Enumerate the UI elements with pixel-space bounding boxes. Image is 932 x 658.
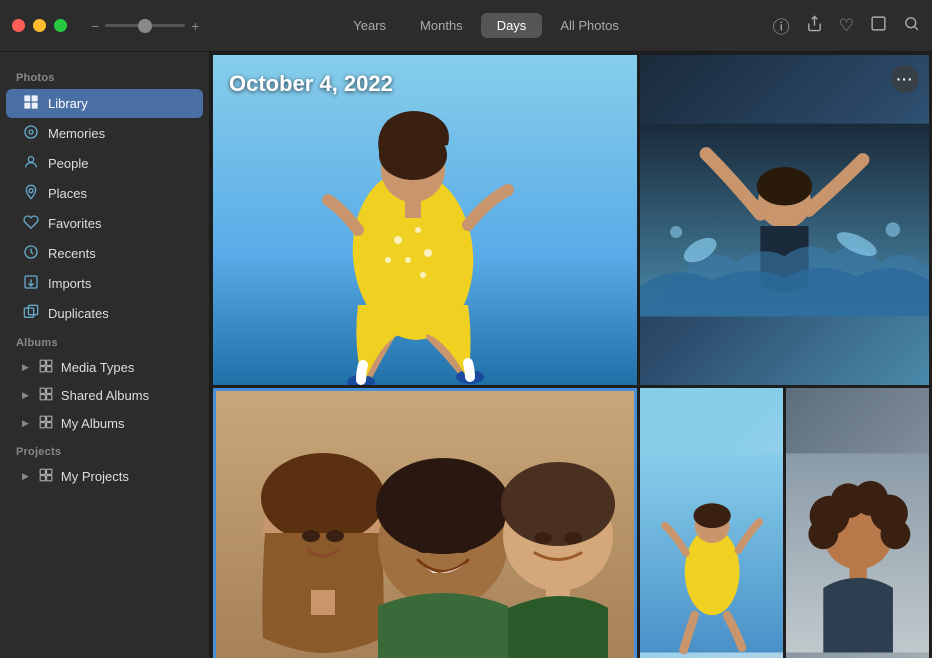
close-button[interactable]	[12, 19, 25, 32]
share-icon[interactable]	[806, 15, 823, 37]
sidebar-item-places[interactable]: Places	[6, 179, 203, 208]
albums-section-label: Albums	[0, 329, 209, 353]
people-label: People	[48, 156, 88, 171]
expand-arrow-projects: ▶	[22, 471, 29, 482]
projects-section-label: Projects	[0, 438, 209, 462]
library-label: Library	[48, 96, 88, 111]
recents-label: Recents	[48, 246, 96, 261]
more-options-button[interactable]: ···	[891, 65, 919, 93]
right-column: ···	[640, 55, 929, 658]
sidebar-item-memories[interactable]: Memories	[6, 119, 203, 148]
heart-icon[interactable]: ♡	[839, 16, 854, 36]
my-projects-label: My Projects	[61, 469, 129, 484]
tab-years[interactable]: Years	[337, 13, 402, 38]
slider-thumb[interactable]	[138, 19, 152, 33]
favorites-icon	[22, 214, 40, 233]
photo-grid: October 4, 2022	[210, 52, 932, 658]
expand-arrow-shared: ▶	[22, 390, 29, 401]
tab-all-photos[interactable]: All Photos	[544, 13, 635, 38]
library-icon	[22, 94, 40, 113]
places-icon	[22, 184, 40, 203]
zoom-slider[interactable]: − +	[91, 18, 199, 34]
photo-art-jump-small	[640, 388, 783, 658]
photo-area[interactable]: October 4, 2022	[210, 52, 932, 658]
sidebar-item-favorites[interactable]: Favorites	[6, 209, 203, 238]
photo-top-right[interactable]: ···	[640, 55, 929, 385]
my-albums-label: My Albums	[61, 416, 125, 431]
mid-right-row	[640, 388, 929, 658]
slider-track[interactable]	[105, 24, 185, 27]
places-label: Places	[48, 186, 87, 201]
sidebar-item-my-albums[interactable]: ▶ My Albums	[6, 410, 203, 437]
toolbar-actions: ⓘ ♡	[773, 13, 920, 38]
people-icon	[22, 154, 40, 173]
minimize-button[interactable]	[33, 19, 46, 32]
zoom-plus-icon[interactable]: +	[191, 18, 199, 34]
photo-selfie[interactable]	[213, 388, 637, 658]
photos-section-label: Photos	[0, 64, 209, 88]
sidebar-item-shared-albums[interactable]: ▶ Shared Albums	[6, 382, 203, 409]
sidebar-item-people[interactable]: People	[6, 149, 203, 178]
expand-arrow-my-albums: ▶	[22, 418, 29, 429]
sidebar: Photos Library Memories People Places	[0, 52, 210, 658]
info-icon[interactable]: ⓘ	[773, 13, 790, 38]
favorites-label: Favorites	[48, 216, 101, 231]
memories-label: Memories	[48, 126, 105, 141]
titlebar: − + Years Months Days All Photos ⓘ ♡	[0, 0, 932, 52]
crop-icon[interactable]	[870, 15, 887, 37]
imports-icon	[22, 274, 40, 293]
photo-main[interactable]: October 4, 2022	[213, 55, 637, 385]
media-types-label: Media Types	[61, 360, 134, 375]
recents-icon	[22, 244, 40, 263]
photo-mid-right-b[interactable]	[786, 388, 929, 658]
imports-label: Imports	[48, 276, 91, 291]
view-tabs: Years Months Days All Photos	[199, 13, 772, 38]
sidebar-item-media-types[interactable]: ▶ Media Types	[6, 354, 203, 381]
tab-months[interactable]: Months	[404, 13, 479, 38]
photo-art-main	[213, 55, 637, 385]
sidebar-item-my-projects[interactable]: ▶ My Projects	[6, 463, 203, 490]
media-types-icon	[39, 359, 53, 376]
tab-days[interactable]: Days	[481, 13, 543, 38]
sidebar-item-recents[interactable]: Recents	[6, 239, 203, 268]
duplicates-label: Duplicates	[48, 306, 109, 321]
memories-icon	[22, 124, 40, 143]
sidebar-item-library[interactable]: Library	[6, 89, 203, 118]
search-icon[interactable]	[903, 15, 920, 37]
traffic-lights	[12, 19, 67, 32]
shared-albums-icon	[39, 387, 53, 404]
main-content: Photos Library Memories People Places	[0, 52, 932, 658]
maximize-button[interactable]	[54, 19, 67, 32]
photo-mid-right-a[interactable]	[640, 388, 783, 658]
sidebar-item-imports[interactable]: Imports	[6, 269, 203, 298]
zoom-minus-icon[interactable]: −	[91, 18, 99, 34]
my-albums-icon	[39, 415, 53, 432]
duplicates-icon	[22, 304, 40, 323]
shared-albums-label: Shared Albums	[61, 388, 149, 403]
my-projects-icon	[39, 468, 53, 485]
photo-art-portrait	[786, 388, 929, 658]
photo-art-water	[640, 55, 929, 385]
sidebar-item-duplicates[interactable]: Duplicates	[6, 299, 203, 328]
photo-art-selfie	[213, 388, 637, 658]
expand-arrow-media: ▶	[22, 362, 29, 373]
